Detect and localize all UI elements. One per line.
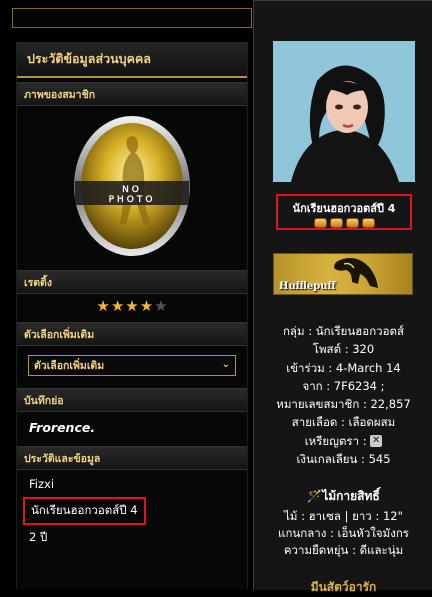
stat-galleons: เงินเกลเลียน : 545 (296, 452, 391, 467)
profile-panel: ประวัติข้อมูลส่วนบุคคล ภาพของสมาชิก NO P… (16, 42, 248, 589)
star-icon[interactable]: ★ (140, 297, 153, 315)
pet-section-title: มีนสัตว์อารัก (310, 580, 377, 594)
stat-joined: เข้าร่วม : 4-March 14 (286, 360, 401, 375)
wand-info: ไม้ : ฮาเซล | ยาว : 12" แกนกลาง : เอ็นหั… (254, 508, 432, 559)
stat-member-number: หมายเลขสมาชิก : 22,857 (276, 397, 411, 412)
history-line-years: 2 ปี (17, 524, 247, 551)
rank-text: นักเรียนฮอกวอตส์ปี 4 (292, 202, 396, 215)
section-history: ประวัติและข้อมูล (17, 446, 247, 470)
wand-wood: ไม้ : ฮาเซล | ยาว : 12" (284, 509, 403, 523)
section-notes: บันทึกย่อ (17, 388, 247, 412)
top-search-bar[interactable] (12, 8, 252, 28)
user-stats: กลุ่ม : นักเรียนฮอกวอตส์ โพสต์ : 320 เข้… (254, 322, 432, 468)
house-label: Hufflepuff (279, 281, 336, 292)
user-info-popup: นักเรียนฮอกวอตส์ปี 4 Hufflepuff กลุ่ม : … (253, 0, 432, 594)
section-rating: เรตติ้ง (17, 270, 247, 294)
stat-medals-row: เหรียญตรา : ✕ (254, 432, 432, 450)
note-text: Frorence. (29, 419, 96, 435)
medal-cross-icon: ✕ (370, 435, 383, 448)
no-photo-text-2: PHOTO (109, 195, 156, 205)
history-line-name: Fizxi (17, 470, 247, 497)
rank-pip-icon (329, 218, 343, 228)
rank-pip-icon (313, 218, 327, 228)
history-years: 2 ปี (29, 529, 48, 544)
history-line-rank: นักเรียนฮอกวอตส์ปี 4 (17, 496, 247, 525)
section-member-image: ภาพของสมาชิก (17, 82, 247, 106)
star-icon[interactable]: ★ (125, 297, 138, 315)
no-photo-text-1: NO (122, 185, 142, 195)
wand-flex: ความยืดหยุ่น : ดีและนุ่ม (283, 543, 404, 557)
stat-from: จาก : 7F6234 ; (302, 378, 385, 393)
rating-stars[interactable]: ★ ★ ★ ★ ★ (17, 294, 247, 318)
avatar-illustration (273, 41, 415, 182)
rank-pip-icon (345, 218, 359, 228)
star-icon[interactable]: ★ (96, 297, 109, 315)
rank-pips (278, 218, 410, 228)
extra-options-select-value: ตัวเลือกเพิ่มเติม (34, 359, 105, 372)
user-avatar[interactable] (273, 41, 415, 182)
stat-posts: โพสต์ : 320 (312, 342, 375, 357)
rank-pip-icon (361, 218, 375, 228)
history-name: Fizxi (29, 476, 55, 491)
section-extra-options: ตัวเลือกเพิ่มเติม (17, 322, 247, 346)
star-icon[interactable]: ★ (111, 297, 124, 315)
house-banner: Hufflepuff (273, 253, 413, 295)
wand-icon: 🪄 (307, 489, 323, 503)
panel-title: ประวัติข้อมูลส่วนบุคคล (17, 42, 247, 78)
history-rank-highlight: นักเรียนฮอกวอตส์ปี 4 (23, 496, 146, 525)
wand-title: 🪄ไม้กายสิทธิ์ (254, 487, 432, 506)
no-photo-image: NO PHOTO (17, 106, 247, 266)
stat-group: กลุ่ม : นักเรียนฮอกวอตส์ (282, 324, 405, 338)
wand-title-text: ไม้กายสิทธิ์ (322, 489, 380, 503)
stat-medals: เหรียญตรา : (304, 433, 367, 448)
wand-core: แกนกลาง : เอ็นหัวใจมังกร (278, 526, 409, 540)
rank-highlight: นักเรียนฮอกวอตส์ปี 4 (276, 194, 412, 230)
no-photo-icon: NO PHOTO (74, 116, 190, 256)
extra-options-select[interactable]: ตัวเลือกเพิ่มเติม ⌄ (28, 354, 236, 376)
chevron-down-icon: ⌄ (221, 358, 230, 370)
star-empty-icon[interactable]: ★ (154, 297, 167, 315)
stat-blood: สายเลือด : เลือดผสม (291, 415, 396, 430)
